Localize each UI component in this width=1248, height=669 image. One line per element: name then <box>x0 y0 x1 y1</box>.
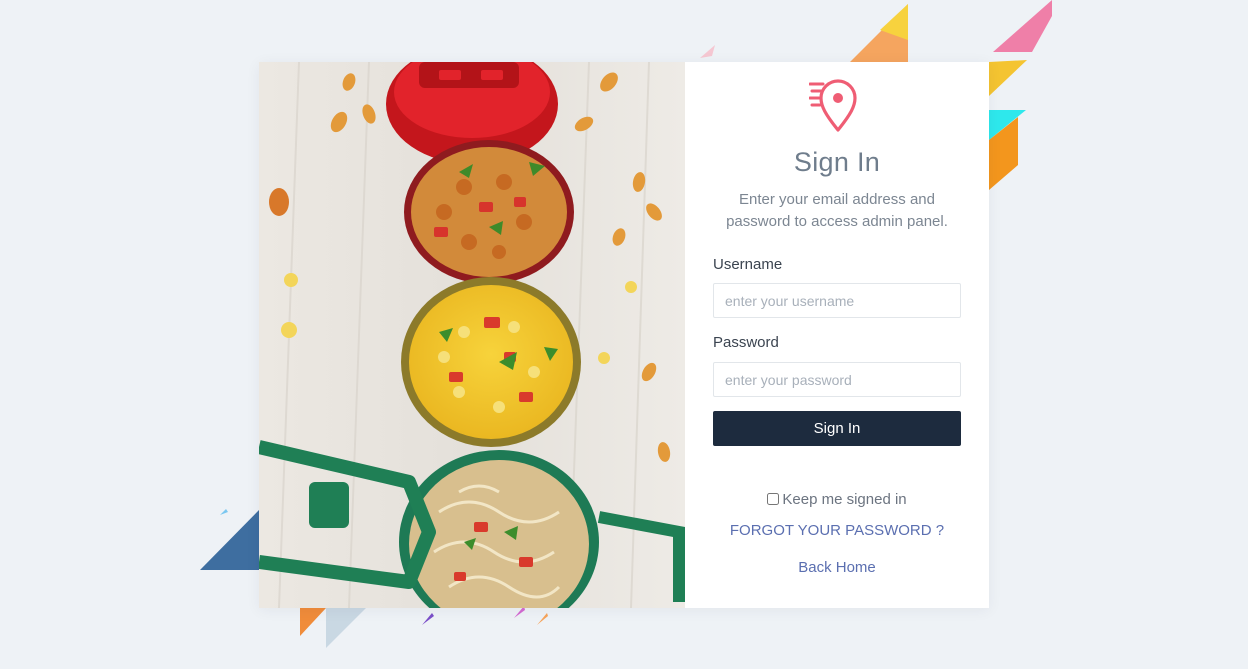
page-title: Sign In <box>793 147 881 177</box>
signin-panel: Sign In Enter your email address and pas… <box>685 62 989 608</box>
login-page: Sign In Enter your email address and pas… <box>0 0 1248 669</box>
password-input[interactable] <box>713 362 961 397</box>
remember-me-checkbox[interactable] <box>767 493 780 505</box>
location-pin-speed-icon <box>809 79 857 132</box>
password-label: Password <box>713 334 779 351</box>
food-photo <box>259 62 685 608</box>
username-input[interactable] <box>713 283 961 318</box>
remember-me-label: Keep me signed in <box>782 491 907 508</box>
signin-button[interactable]: Sign In <box>713 411 961 446</box>
remember-me[interactable]: Keep me signed in <box>685 491 989 508</box>
forgot-password-link[interactable]: FORGOT YOUR PASSWORD ? <box>685 522 989 539</box>
page-subtitle: Enter your email address and password to… <box>726 191 948 230</box>
login-card: Sign In Enter your email address and pas… <box>259 62 989 608</box>
back-home-link[interactable]: Back Home <box>685 559 989 576</box>
username-label: Username <box>713 256 783 273</box>
